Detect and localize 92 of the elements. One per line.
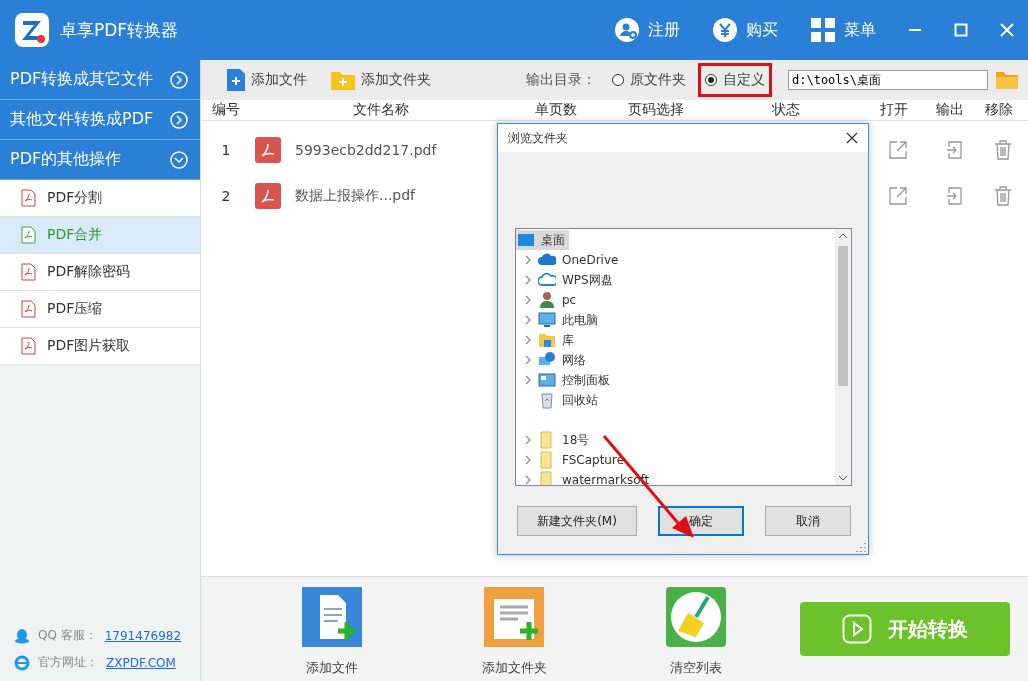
path-field[interactable]: d:\tools\桌面 [788,70,988,90]
column-header: 移除 [984,101,1014,119]
pdf-file-icon [255,137,281,163]
contact-label: QQ 客服： [38,627,97,644]
dialog-button[interactable]: 确定 [658,506,744,536]
scrollbar[interactable] [835,229,851,485]
user-add-icon[interactable] [614,17,640,43]
column-header: 编号 [211,101,241,119]
sidebar-item[interactable]: PDF解除密码 [0,254,200,291]
add-file-large-icon[interactable] [302,587,362,647]
radio-button[interactable] [705,74,717,86]
sidebar-group-header[interactable]: 其他文件转换成PDF [0,100,200,140]
radio-button[interactable] [612,74,624,86]
contact-link[interactable]: ZXPDF.COM [106,655,176,670]
dialog-title: 浏览文件夹 [508,129,568,147]
chevron-right-icon [170,70,188,89]
recycle-bin-icon [538,391,556,409]
scrollbar-thumb[interactable] [838,246,848,386]
export-icon[interactable] [946,187,962,205]
scroll-down-icon[interactable] [838,474,848,482]
add-file-icon[interactable] [227,69,245,91]
column-header: 状态 [771,101,801,119]
resize-grip-icon[interactable] [856,542,866,552]
tree-item[interactable]: 网络 [516,350,835,370]
tree-item[interactable]: 此电脑 [516,310,835,330]
user-icon [538,291,556,309]
monitor-icon [517,233,535,247]
scroll-up-icon[interactable] [838,232,848,240]
contact-link[interactable]: 1791476982 [104,628,182,643]
column-header: 输出 [935,101,965,119]
column-header: 文件名称 [352,101,410,119]
table-cell-text: 1 [220,142,232,158]
tree-item[interactable]: 回收站 [516,390,835,410]
library-folder-icon [538,331,556,349]
title-action-link[interactable]: 购买 [746,19,778,41]
column-header: 单页数 [534,101,578,119]
sidebar-group-header[interactable]: PDF的其他操作 [0,140,200,180]
action-label[interactable]: 添加文件 [306,659,358,677]
dialog-button[interactable]: 新建文件夹(M) [517,506,637,536]
contact-label: 官方网址： [38,654,98,671]
broom-icon[interactable] [666,587,726,647]
play-icon [842,614,872,644]
tree-item[interactable]: 桌面 [516,230,569,250]
maximize-icon[interactable] [954,23,968,37]
tree-item[interactable]: 18号 [516,430,835,450]
action-label[interactable]: 清空列表 [670,659,722,677]
document-icon [20,300,37,318]
radio-label: 自定义 [723,71,765,89]
table-cell-text: 2 [220,188,232,204]
sidebar-item[interactable]: PDF压缩 [0,291,200,328]
add-file-button[interactable]: 添加文件 [251,71,307,89]
open-external-icon[interactable] [888,186,908,206]
document-icon [20,263,37,281]
chevron-right-icon [170,110,188,129]
sidebar-item[interactable]: PDF分割 [0,180,200,217]
tree-item[interactable]: OneDrive [516,250,835,270]
cloud-icon [538,271,556,289]
control-panel-icon [538,371,556,389]
title-action-link[interactable]: 菜单 [844,19,876,41]
grid-icon[interactable] [810,17,836,43]
output-label: 输出目录： [526,71,596,89]
column-header: 打开 [879,101,909,119]
document-icon [20,189,37,207]
close-icon[interactable] [846,132,858,144]
file-name: 数据上报操作...pdf [295,187,416,205]
chevron-down-icon [170,150,188,169]
tree-item[interactable]: FSCapture [516,450,835,470]
sidebar-group-header[interactable]: PDF转换成其它文件 [0,60,200,100]
document-icon [20,226,37,244]
tree-item[interactable]: 控制面板 [516,370,835,390]
title-action-link[interactable]: 注册 [648,19,680,41]
trash-icon[interactable] [994,186,1012,206]
export-icon[interactable] [946,141,962,159]
add-folder-button[interactable]: 添加文件夹 [361,71,431,89]
tree-item[interactable]: pc [516,290,835,310]
tree-item[interactable]: WPS网盘 [516,270,835,290]
dialog-button[interactable]: 取消 [765,506,851,536]
column-header: 页码选择 [627,101,685,119]
pdf-file-icon [255,183,281,209]
yen-icon[interactable] [712,17,738,43]
document-icon [20,337,37,355]
add-folder-large-icon[interactable] [484,587,544,647]
monitor-icon [538,311,556,329]
sidebar-item[interactable]: PDF图片获取 [0,328,200,365]
logo-icon [14,12,50,48]
radio-label: 原文件夹 [630,71,686,89]
open-external-icon[interactable] [888,140,908,160]
action-label[interactable]: 添加文件夹 [481,659,547,677]
file-name: 5993ecb2dd217.pdf [295,142,437,158]
trash-icon[interactable] [994,140,1012,160]
tree-item[interactable]: 库 [516,330,835,350]
window-title: 卓享PDF转换器 [60,18,179,42]
